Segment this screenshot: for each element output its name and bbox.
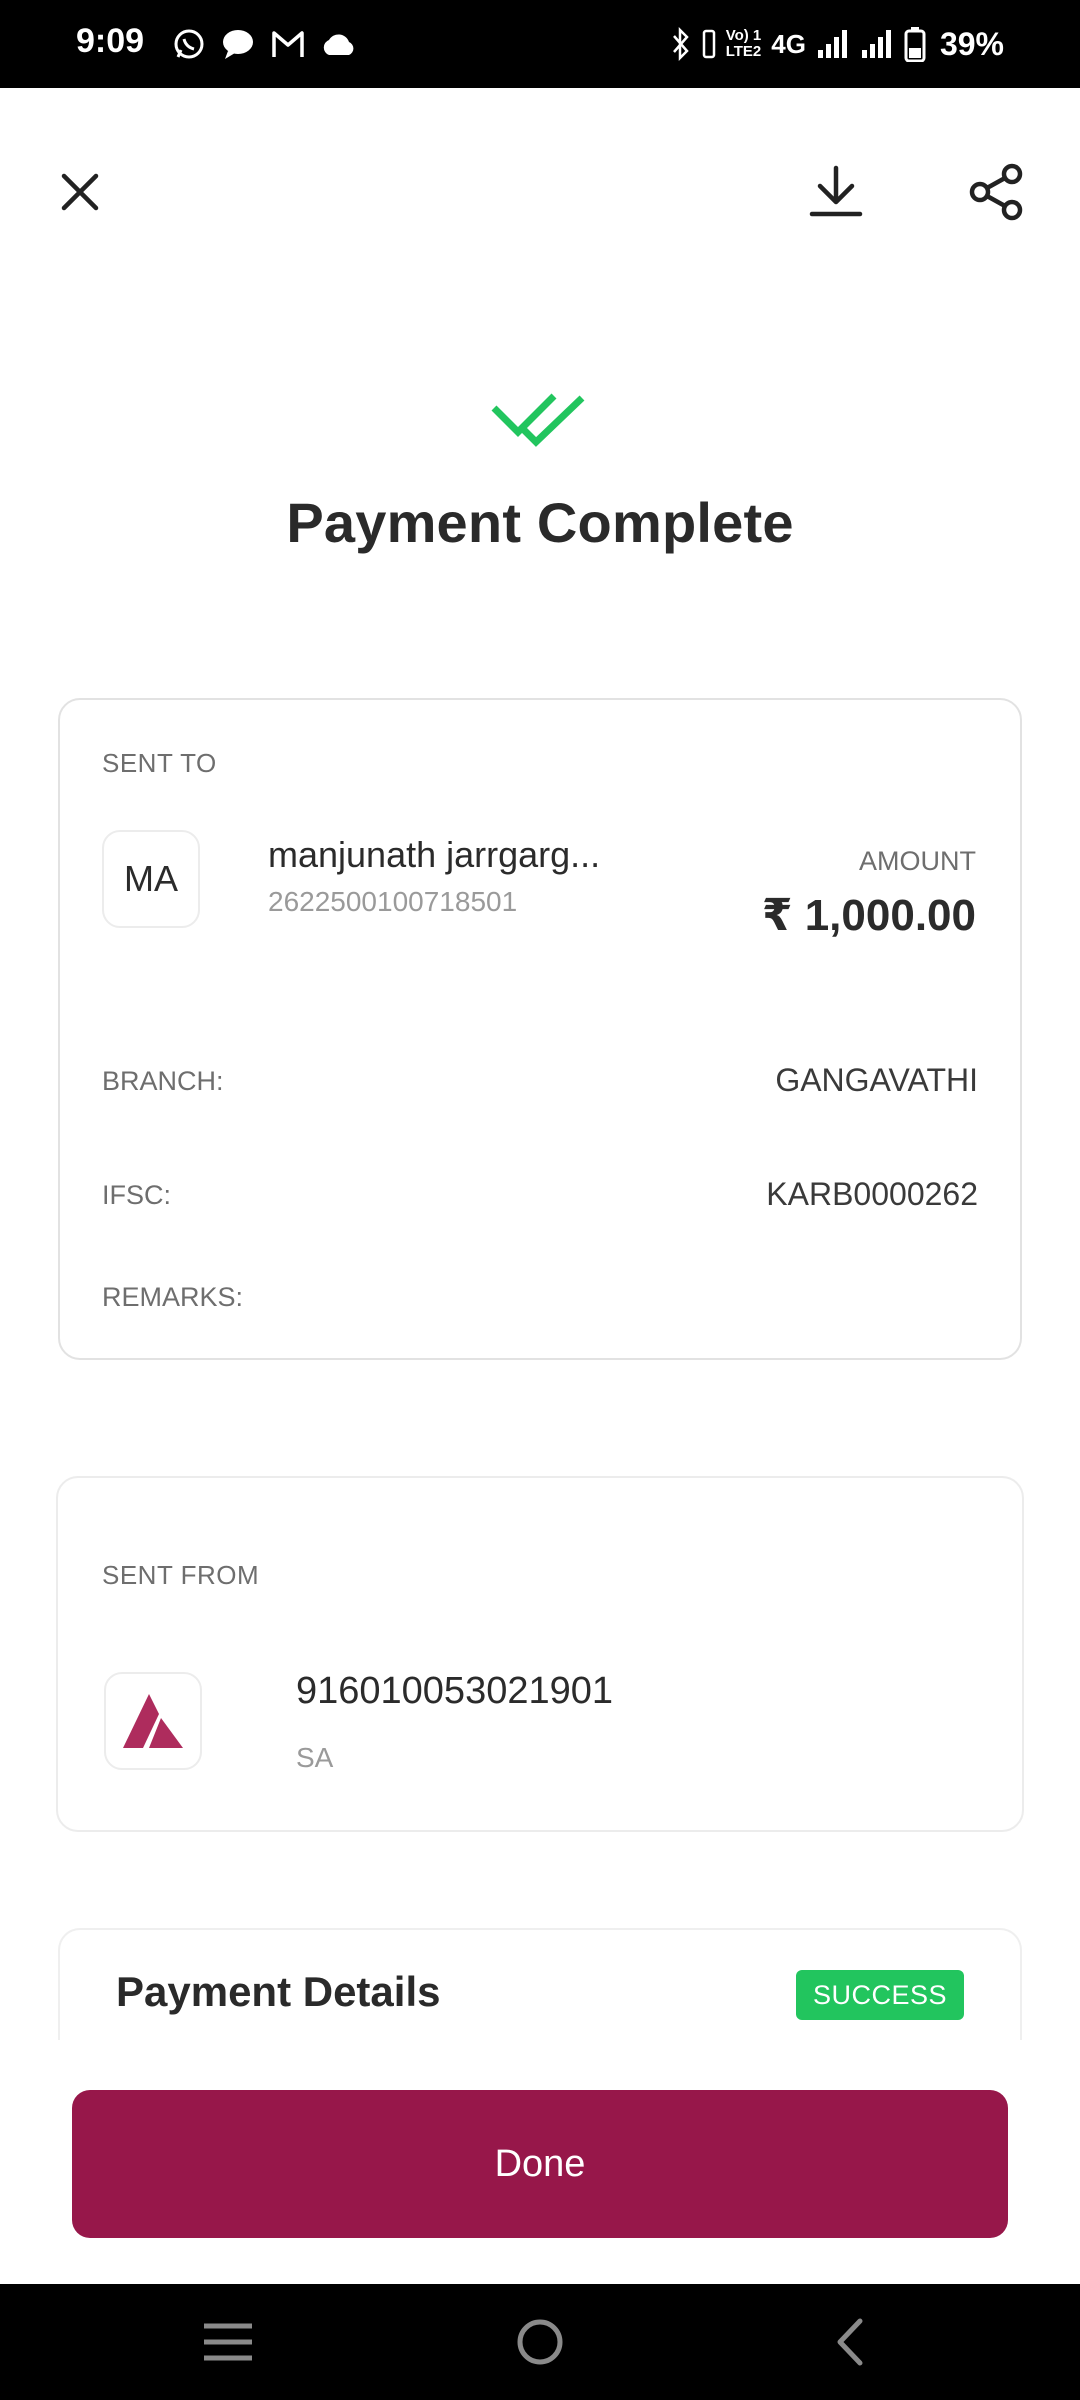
account-type: SA: [296, 1742, 334, 1773]
double-check-icon: [491, 393, 585, 447]
ifsc-value: KARB0000262: [766, 1176, 978, 1212]
amount-label: AMOUNT: [859, 846, 976, 876]
payment-details-title: Payment Details: [116, 1968, 441, 2015]
status-bar: 9:09 Vo) 1 LTE2 4G 39%: [0, 0, 1080, 88]
vibrate-icon: [702, 29, 715, 59]
done-button[interactable]: Done: [72, 2090, 1008, 2238]
amount-value: ₹ 1,000.00: [761, 891, 976, 940]
ifsc-label: IFSC:: [102, 1180, 172, 1210]
whatsapp-icon: [174, 29, 204, 59]
close-icon: [61, 173, 99, 211]
share-icon: [969, 163, 1023, 221]
back-button[interactable]: [820, 2312, 880, 2372]
message-icon: [223, 30, 253, 59]
download-button[interactable]: [800, 156, 872, 228]
source-account-number: 916010053021901: [296, 1670, 614, 1712]
axis-bank-logo: [104, 1672, 202, 1770]
remarks-label: REMARKS:: [102, 1282, 244, 1312]
battery-percentage: 39%: [939, 25, 1004, 62]
branch-value: GANGAVATHI: [775, 1062, 978, 1098]
branch-label: BRANCH:: [102, 1066, 224, 1096]
share-button[interactable]: [962, 156, 1034, 228]
notification-icons: [172, 22, 358, 66]
avatar: MA: [102, 830, 200, 928]
bank-logo-icon: [123, 1694, 183, 1748]
payee-name: manjunath jarrgarg...: [268, 834, 601, 875]
page-title: Payment Complete: [286, 491, 794, 554]
sent-to-label: SENT TO: [102, 748, 217, 778]
battery-icon: [904, 27, 926, 62]
status-time: 9:09: [76, 22, 145, 60]
status-badge: SUCCESS: [796, 1970, 964, 2020]
gmail-icon: [272, 31, 304, 57]
navigation-bar: [0, 2284, 1080, 2400]
signal-icon: [861, 30, 891, 58]
signal-icon: [817, 30, 847, 58]
close-button[interactable]: [48, 160, 112, 224]
system-status: Vo) 1 LTE2 4G 39%: [670, 20, 1004, 68]
cloud-icon: [323, 34, 354, 55]
lte-line-1: Vo) 1: [725, 27, 762, 44]
lte-line-2: LTE2: [725, 43, 762, 60]
payee-account-number: 2622500100718501: [268, 886, 518, 917]
sent-from-label: SENT FROM: [102, 1560, 260, 1590]
home-button[interactable]: [510, 2312, 570, 2372]
bluetooth-icon: [672, 27, 689, 61]
network-type: 4G: [771, 28, 806, 59]
sent-to-card: SENT TO MA manjunath jarrgarg... 2622500…: [58, 698, 1022, 1360]
lte-indicator: Vo) 1 LTE2: [726, 28, 762, 60]
menu-icon: [204, 2323, 252, 2361]
sent-from-card: SENT FROM 916010053021901 SA: [56, 1476, 1024, 1832]
download-icon: [809, 165, 863, 217]
home-icon: [517, 2319, 563, 2365]
recent-apps-button[interactable]: [198, 2312, 258, 2372]
back-icon: [837, 2318, 863, 2366]
